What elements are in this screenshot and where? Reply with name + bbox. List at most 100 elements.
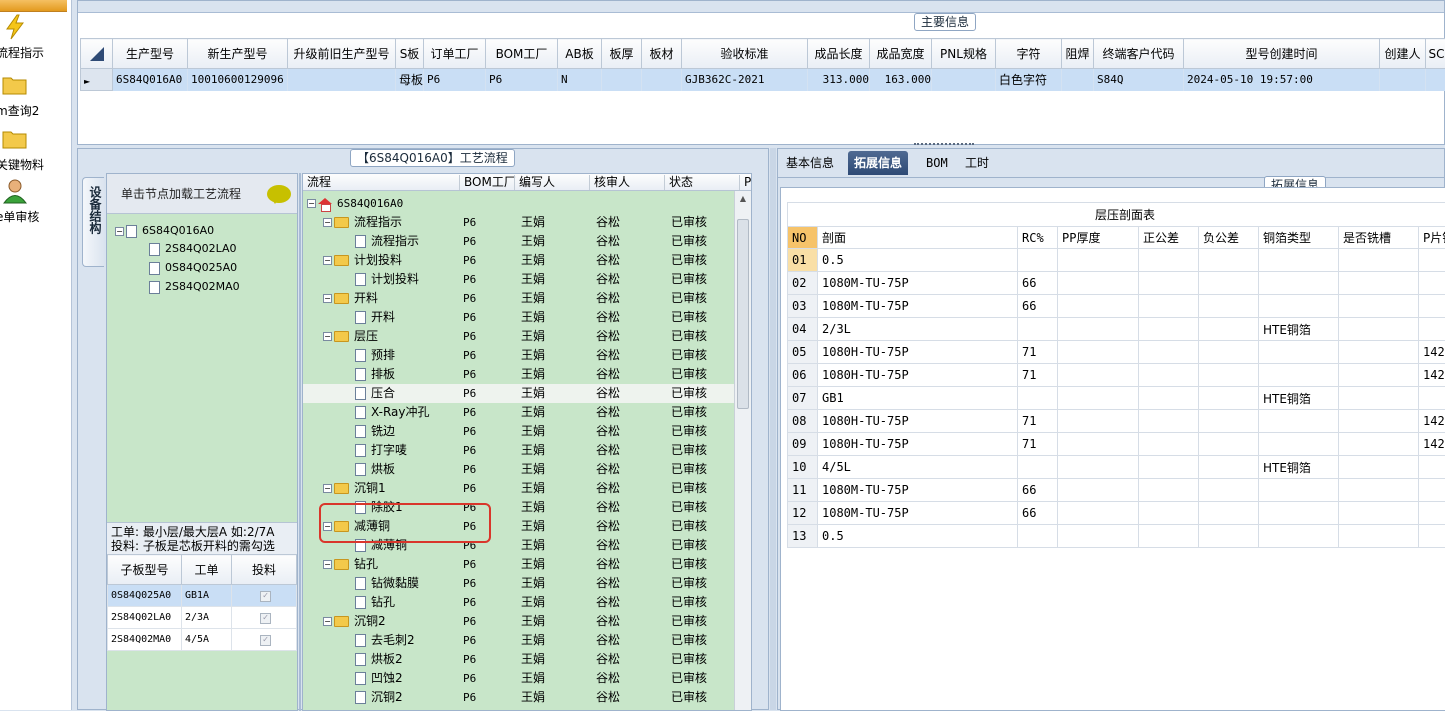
cell[interactable]	[1139, 456, 1199, 479]
col-header[interactable]: 型号创建时间	[1184, 39, 1380, 69]
cell[interactable]	[1139, 272, 1199, 295]
cell[interactable]: 1080H-TU-75P	[818, 341, 1018, 364]
scroll-up-icon[interactable]: ▲	[735, 191, 751, 207]
cell[interactable]	[1058, 502, 1139, 525]
table-row[interactable]: 0S84Q025A0GB1A✓	[108, 585, 297, 607]
col-header[interactable]: S板	[396, 39, 424, 69]
cell[interactable]	[1419, 525, 1445, 548]
cell[interactable]	[1339, 272, 1419, 295]
cell[interactable]: 0.5	[818, 249, 1018, 272]
col-header[interactable]: P	[739, 175, 751, 190]
cell[interactable]	[1426, 69, 1445, 91]
flow-row[interactable]: −沉铜2P6王娟谷松已审核	[303, 612, 752, 631]
cell[interactable]	[1139, 295, 1199, 318]
flow-row[interactable]: 计划投料P6王娟谷松已审核	[303, 270, 752, 289]
flow-row[interactable]: −沉铜1P6王娟谷松已审核	[303, 479, 752, 498]
cell[interactable]	[1139, 318, 1199, 341]
flow-row[interactable]: −层压P6王娟谷松已审核	[303, 327, 752, 346]
col-header[interactable]: 板材	[642, 39, 682, 69]
col-header[interactable]: 成品长度	[808, 39, 870, 69]
cell[interactable]	[1199, 479, 1259, 502]
cell[interactable]	[1018, 525, 1058, 548]
cell[interactable]	[1419, 456, 1445, 479]
col-header[interactable]: 铜箔类型	[1259, 227, 1339, 249]
tab-device-structure[interactable]: 设备结构	[82, 177, 104, 267]
cell[interactable]	[932, 69, 996, 91]
col-header[interactable]: 板厚	[602, 39, 642, 69]
tree-node-root[interactable]: −6S84Q016A0	[115, 222, 214, 240]
cell[interactable]	[1058, 364, 1139, 387]
cell[interactable]	[1380, 69, 1426, 91]
table-row[interactable]: 07GB1HTE铜箔	[788, 387, 1445, 410]
col-header[interactable]: 子板型号	[108, 555, 182, 585]
cell[interactable]: 71	[1018, 341, 1058, 364]
cell[interactable]: 05	[788, 341, 818, 364]
table-row[interactable]: 010.5	[788, 249, 1445, 272]
cell[interactable]	[1018, 249, 1058, 272]
cell[interactable]: N	[558, 69, 602, 91]
cell[interactable]: 白色字符	[996, 69, 1062, 91]
cell[interactable]	[1339, 479, 1419, 502]
flow-row[interactable]: 铣边P6王娟谷松已审核	[303, 422, 752, 441]
cell[interactable]	[1058, 456, 1139, 479]
cell[interactable]: 66	[1018, 272, 1058, 295]
splitter-grip[interactable]	[914, 143, 974, 146]
col-header[interactable]: 状态	[664, 175, 693, 190]
cell[interactable]: 07	[788, 387, 818, 410]
cell[interactable]	[1199, 456, 1259, 479]
cell[interactable]: 1080H-TU-75P	[818, 410, 1018, 433]
cell[interactable]	[1199, 387, 1259, 410]
col-header[interactable]: 成品宽度	[870, 39, 932, 69]
cell[interactable]	[1339, 456, 1419, 479]
cell[interactable]	[1259, 272, 1339, 295]
cell[interactable]	[1139, 249, 1199, 272]
cell[interactable]	[1199, 295, 1259, 318]
cell[interactable]: 10010600129096	[188, 69, 288, 91]
col-header[interactable]: 流程	[303, 175, 331, 190]
cell[interactable]	[1259, 410, 1339, 433]
cell[interactable]: 1080H-TU-75P	[818, 364, 1018, 387]
cell[interactable]	[1419, 502, 1445, 525]
cell[interactable]: 10	[788, 456, 818, 479]
cell[interactable]	[1199, 433, 1259, 456]
splitter[interactable]	[299, 173, 301, 711]
flow-root-node[interactable]: −6S84Q016A0	[303, 194, 752, 213]
cell[interactable]	[1139, 410, 1199, 433]
cell[interactable]: 1424	[1419, 410, 1445, 433]
cell[interactable]: 1080H-TU-75P	[818, 433, 1018, 456]
cell[interactable]: 1080M-TU-75P	[818, 479, 1018, 502]
tab-work-hours[interactable]: 工时	[959, 151, 995, 175]
flow-row[interactable]: −计划投料P6王娟谷松已审核	[303, 251, 752, 270]
cell[interactable]: 04	[788, 318, 818, 341]
cell[interactable]	[1339, 410, 1419, 433]
tree-node[interactable]: 2S84Q02LA0	[149, 240, 237, 258]
cell[interactable]: HTE铜箔	[1259, 318, 1339, 341]
cell[interactable]: 01	[788, 249, 818, 272]
cell[interactable]: 2/3A	[182, 607, 232, 629]
cell[interactable]	[1419, 272, 1445, 295]
checkbox[interactable]: ✓	[260, 591, 271, 602]
col-header[interactable]: 订单工厂	[424, 39, 486, 69]
vertical-scrollbar[interactable]: ▲	[734, 191, 751, 711]
cell[interactable]: 1080M-TU-75P	[818, 295, 1018, 318]
col-header[interactable]: 升级前旧生产型号	[288, 39, 396, 69]
cell[interactable]	[1259, 502, 1339, 525]
cell[interactable]	[1018, 318, 1058, 341]
cell[interactable]	[1199, 272, 1259, 295]
cell[interactable]	[1058, 387, 1139, 410]
cell[interactable]: GB1A	[182, 585, 232, 607]
col-header[interactable]: 正公差	[1139, 227, 1199, 249]
tab-basic-info[interactable]: 基本信息	[780, 151, 840, 175]
cell[interactable]	[1199, 502, 1259, 525]
col-header[interactable]: 核审人	[589, 175, 630, 190]
cell[interactable]	[1339, 433, 1419, 456]
cell[interactable]	[1139, 525, 1199, 548]
cell[interactable]	[1199, 341, 1259, 364]
tab-bom[interactable]: BOM	[920, 151, 954, 175]
table-row[interactable]: 111080M-TU-75P66	[788, 479, 1445, 502]
nav-item-order-review[interactable]: e单审核	[0, 178, 70, 228]
table-row[interactable]: ►6S84Q016A010010600129096母板P6P6NGJB362C-…	[81, 69, 1445, 91]
cell[interactable]: 08	[788, 410, 818, 433]
cell[interactable]	[1139, 387, 1199, 410]
tree-node[interactable]: 2S84Q02MA0	[149, 278, 240, 296]
